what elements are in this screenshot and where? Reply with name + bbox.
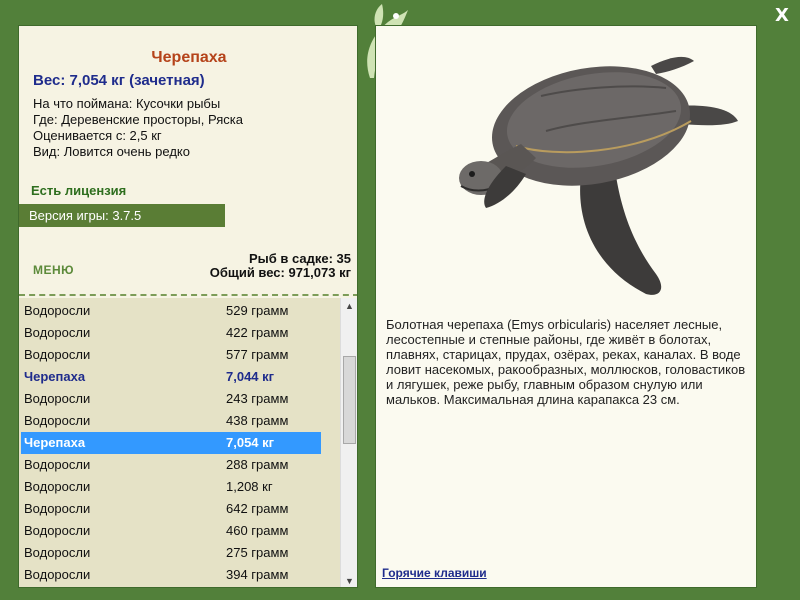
list-item-weight: 438 грамм	[226, 413, 289, 428]
list-item[interactable]: Водоросли 1,208 кг	[21, 476, 321, 498]
list-item-weight: 7,054 кг	[226, 435, 275, 450]
scrollbar[interactable]: ▲ ▼	[340, 298, 357, 587]
list-item-name: Черепаха	[24, 369, 86, 384]
list-item-name: Водоросли	[24, 303, 91, 318]
list-item[interactable]: Водоросли 577 грамм	[21, 344, 321, 366]
list-item-weight: 422 грамм	[226, 325, 289, 340]
license-status: Есть лицензия	[31, 183, 127, 198]
scroll-down-icon[interactable]: ▼	[341, 573, 357, 587]
list-item[interactable]: Водоросли 243 грамм	[21, 388, 321, 410]
list-item[interactable]: Водоросли 438 грамм	[21, 410, 321, 432]
list-item[interactable]: Черепаха 7,054 кг	[21, 432, 321, 454]
fish-info-panel: Черепаха Вес: 7,054 кг (зачетная) На что…	[18, 25, 358, 588]
list-item-name: Водоросли	[24, 479, 91, 494]
list-item-name: Черепаха	[24, 435, 86, 450]
list-item[interactable]: Водоросли 460 грамм	[21, 520, 321, 542]
list-item-name: Водоросли	[24, 523, 91, 538]
list-item[interactable]: Водоросли 529 грамм	[21, 300, 321, 322]
list-item-weight: 275 грамм	[226, 545, 289, 560]
list-item-name: Водоросли	[24, 391, 91, 406]
fish-weight: Вес: 7,054 кг (зачетная)	[33, 72, 205, 89]
list-item[interactable]: Водоросли 642 грамм	[21, 498, 321, 520]
list-item-weight: 288 грамм	[226, 457, 289, 472]
list-item[interactable]: Водоросли 394 грамм	[21, 564, 321, 586]
version-bar: Версия игры: 3.7.5	[19, 204, 225, 227]
close-button[interactable]: X	[772, 6, 792, 26]
list-item-weight: 1,208 кг	[226, 479, 273, 494]
hotkeys-link[interactable]: Горячие клавиши	[382, 566, 487, 580]
scroll-up-icon[interactable]: ▲	[341, 298, 357, 314]
list-item[interactable]: Водоросли 275 грамм	[21, 542, 321, 564]
list-item-name: Водоросли	[24, 325, 91, 340]
rarity-line: Вид: Ловится очень редко	[33, 144, 190, 159]
list-item-name: Водоросли	[24, 567, 91, 582]
list-item[interactable]: Водоросли 422 грамм	[21, 322, 321, 344]
list-item-weight: 7,044 кг	[226, 369, 275, 384]
list-item-name: Водоросли	[24, 457, 91, 472]
keep-stats: Рыб в садке: 35 Общий вес: 971,073 кг	[210, 252, 351, 280]
list-item-weight: 243 грамм	[226, 391, 289, 406]
list-item-name: Водоросли	[24, 545, 91, 560]
list-item-name: Водоросли	[24, 413, 91, 428]
fish-title: Черепаха	[151, 49, 227, 66]
list-item[interactable]: Водоросли 288 грамм	[21, 454, 321, 476]
turtle-illustration	[459, 56, 738, 295]
keep-count: Рыб в садке: 35	[248, 251, 351, 266]
divider	[19, 294, 357, 296]
list-item-weight: 460 грамм	[226, 523, 289, 538]
menu-button[interactable]: МЕНЮ	[33, 263, 74, 277]
close-icon[interactable]: X	[775, 5, 789, 26]
list-item[interactable]: Черепаха 7,044 кг	[21, 366, 321, 388]
valued-from-line: Оценивается с: 2,5 кг	[33, 128, 162, 143]
list-item-weight: 529 грамм	[226, 303, 289, 318]
fish-details: На что поймана: Кусочки рыбы Где: Дереве…	[33, 96, 243, 160]
bait-line: На что поймана: Кусочки рыбы	[33, 96, 221, 111]
scroll-thumb[interactable]	[343, 356, 356, 444]
catch-list[interactable]: Водоросли 529 грамм Водоросли 422 грамм Водо…	[19, 298, 357, 587]
list-item-name: Водоросли	[24, 501, 91, 516]
list-item-weight: 577 грамм	[226, 347, 289, 362]
list-item-name: Водоросли	[24, 347, 91, 362]
location-line: Где: Деревенские просторы, Ряска	[33, 112, 243, 127]
fish-image-panel: Болотная черепаха (Emys orbicularis) нас…	[375, 25, 757, 588]
fish-description: Болотная черепаха (Emys orbicularis) нас…	[386, 317, 746, 407]
keep-total-weight: Общий вес: 971,073 кг	[209, 265, 351, 280]
list-item-weight: 394 грамм	[226, 567, 289, 582]
list-item-weight: 642 грамм	[226, 501, 289, 516]
